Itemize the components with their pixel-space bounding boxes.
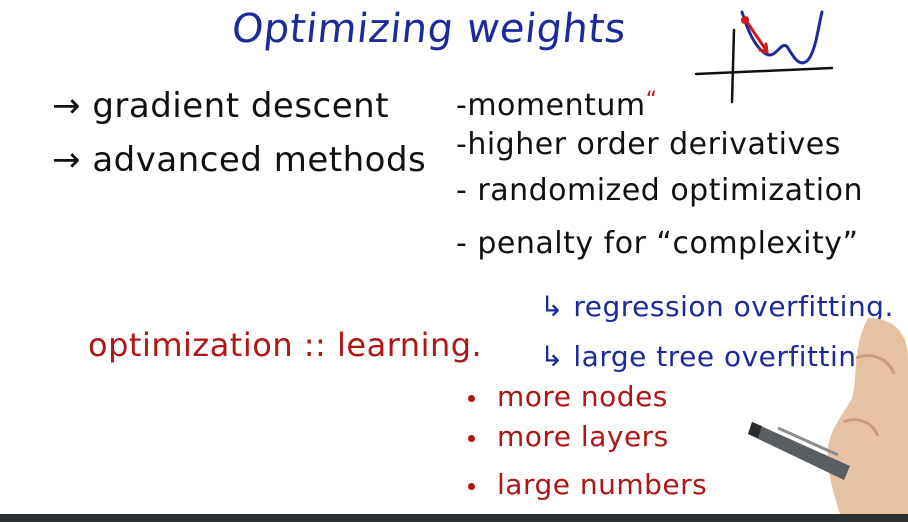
bullet-dot-icon [468, 482, 475, 490]
whiteboard-canvas: Optimizing weights → gradient descent → … [0, 0, 908, 522]
bullet-more-nodes: more nodes [468, 380, 668, 413]
tick-mark-icon: “ [645, 88, 658, 113]
bullet-dot-icon [468, 434, 475, 442]
video-bottom-bar [0, 514, 908, 522]
bullet-more-layers: more layers [468, 420, 669, 453]
list-item-label: advanced methods [92, 140, 427, 180]
list-item-gradient-descent: → gradient descent [52, 86, 389, 126]
list-item-higher-order-derivatives: -higher order derivatives [456, 127, 841, 162]
return-arrow-icon: ↳ [540, 290, 564, 323]
analogy-note: optimization :: learning. [88, 326, 483, 364]
list-item-penalty-complexity: - penalty for “complexity” [456, 226, 859, 261]
hand-with-marker-icon [748, 318, 908, 514]
return-arrow-icon: ↳ [540, 340, 564, 373]
bullet-dot-icon [468, 394, 475, 402]
slide-title: Optimizing weights [229, 6, 629, 52]
list-item-advanced-methods: → advanced methods [52, 140, 426, 180]
loss-curve-sketch-icon [694, 10, 834, 104]
list-item-randomized-optimization: - randomized optimization [456, 173, 863, 208]
list-item-momentum: -momentum“ [456, 88, 658, 123]
bullet-large-numbers: large numbers [468, 468, 707, 501]
arrow-icon: → [52, 140, 81, 180]
arrow-icon: → [52, 86, 81, 126]
list-item-label: gradient descent [92, 86, 390, 126]
